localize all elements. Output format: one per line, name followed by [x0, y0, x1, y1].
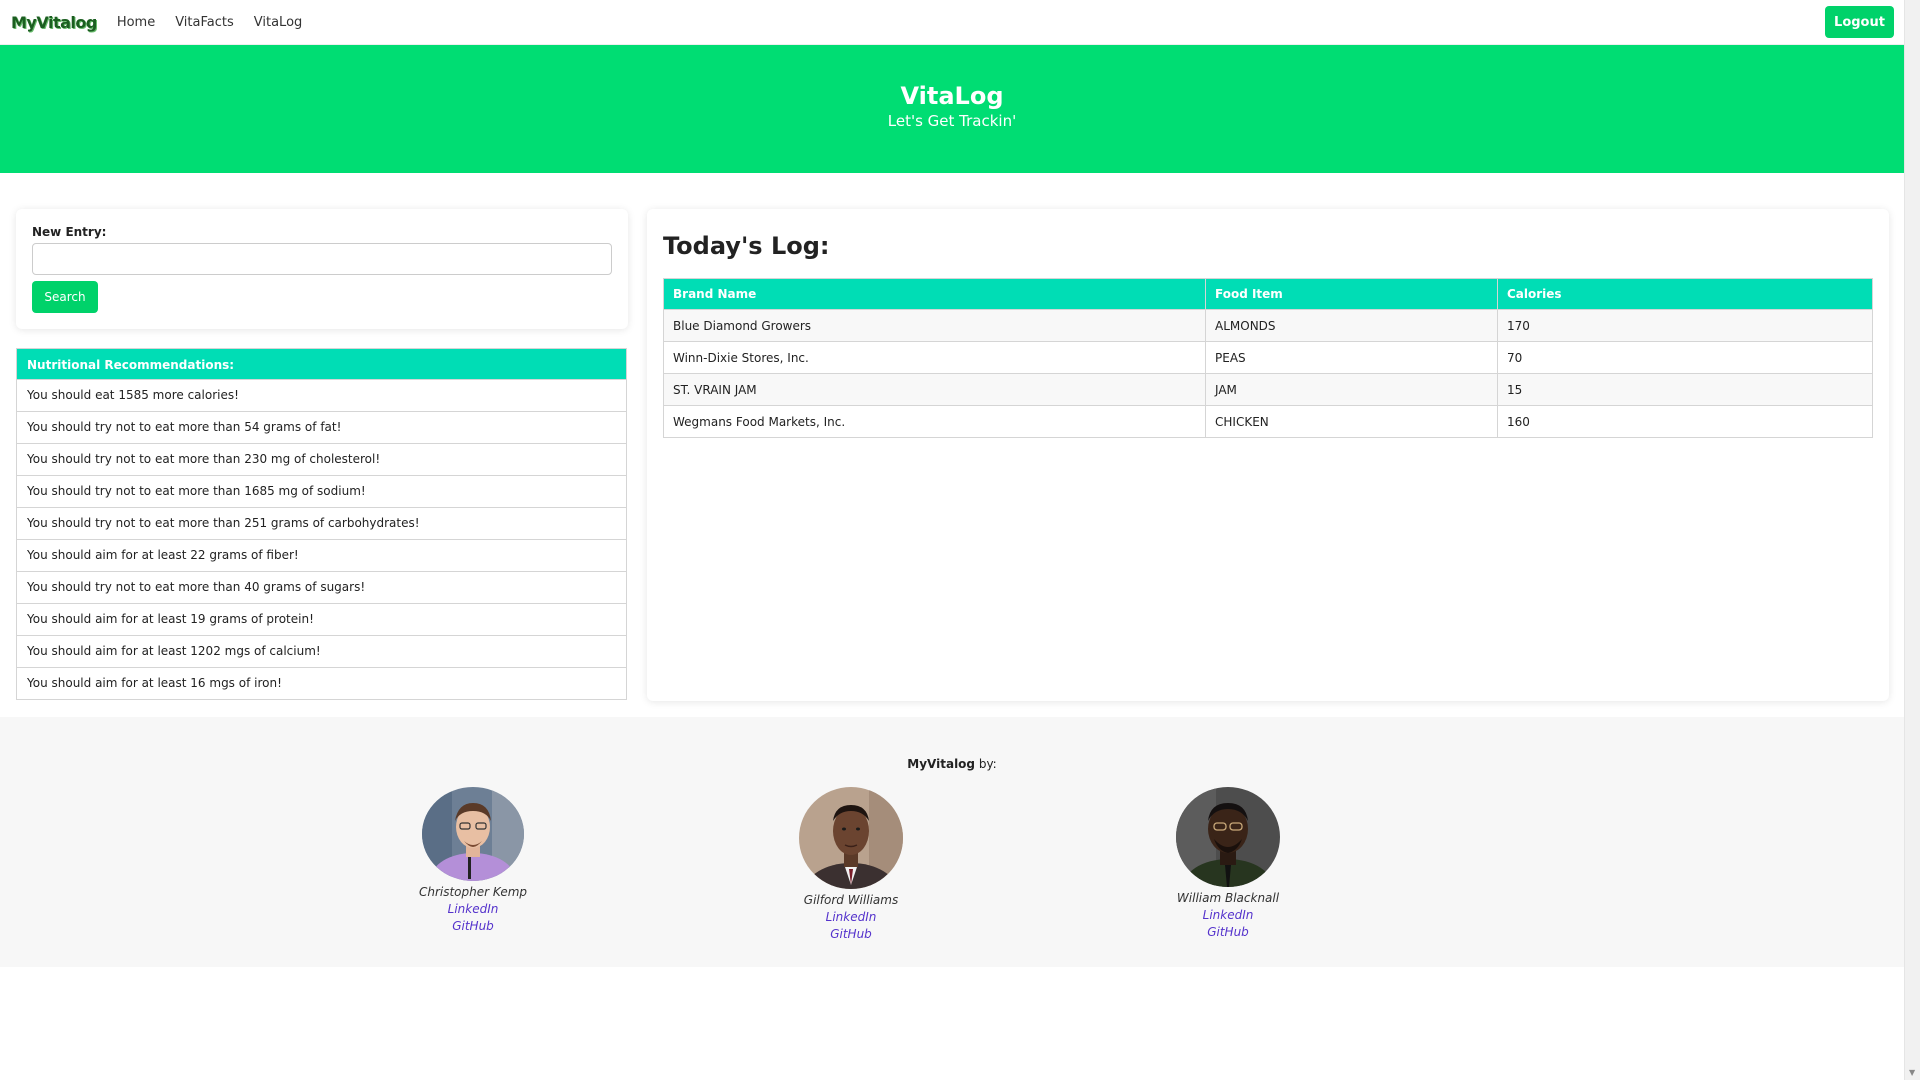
- member-name: William Blacknall: [1176, 891, 1280, 905]
- cell-calories: 170: [1497, 309, 1873, 342]
- recommendation-item: You should aim for at least 1202 mgs of …: [16, 636, 627, 668]
- recommendation-item: You should try not to eat more than 40 g…: [16, 572, 627, 604]
- recommendation-item: You should aim for at least 22 grams of …: [16, 540, 627, 572]
- github-link[interactable]: GitHub: [751, 927, 951, 941]
- team-member-christopher-kemp: Christopher Kemp LinkedIn GitHub: [373, 787, 573, 933]
- team-member-william-blacknall: William Blacknall LinkedIn GitHub: [1128, 787, 1328, 939]
- nutritional-recommendations: Nutritional Recommendations: You should …: [16, 348, 627, 700]
- linkedin-link[interactable]: LinkedIn: [751, 910, 951, 924]
- github-link[interactable]: GitHub: [1128, 925, 1328, 939]
- avatar: [1176, 787, 1280, 887]
- avatar: [799, 787, 903, 889]
- nav-links: Home VitaFacts VitaLog: [117, 15, 322, 30]
- table-header-row: Brand Name Food Item Calories: [663, 278, 1873, 310]
- table-row: ST. VRAIN JAM JAM 15: [663, 373, 1873, 406]
- team-member-gilford-williams: Gilford Williams LinkedIn GitHub: [751, 787, 951, 941]
- column-header-brand: Brand Name: [663, 278, 1206, 310]
- table-row: Winn-Dixie Stores, Inc. PEAS 70: [663, 341, 1873, 374]
- cell-calories: 160: [1497, 405, 1873, 438]
- scroll-down-arrow-icon[interactable]: ▼: [1909, 1068, 1915, 1077]
- recommendation-item: You should aim for at least 16 mgs of ir…: [16, 668, 627, 700]
- cell-food-item: PEAS: [1205, 341, 1498, 374]
- footer: MyVitalog by: Christopher Kemp LinkedIn …: [0, 717, 1904, 967]
- avatar: [422, 787, 524, 881]
- hero-banner: VitaLog Let's Get Trackin': [0, 45, 1904, 173]
- nav-link-vitafacts[interactable]: VitaFacts: [175, 15, 234, 30]
- new-entry-card: New Entry: Search: [16, 209, 628, 329]
- recommendation-item: You should eat 1585 more calories!: [16, 380, 627, 412]
- search-button[interactable]: Search: [32, 281, 98, 313]
- nav-link-vitalog[interactable]: VitaLog: [254, 15, 303, 30]
- logo[interactable]: MyVitalog: [11, 13, 97, 32]
- cell-brand: Blue Diamond Growers: [663, 309, 1206, 342]
- column-header-calories: Calories: [1497, 278, 1873, 310]
- todays-log-card: Today's Log: Brand Name Food Item Calori…: [647, 209, 1889, 701]
- recommendation-item: You should aim for at least 19 grams of …: [16, 604, 627, 636]
- linkedin-link[interactable]: LinkedIn: [373, 902, 573, 916]
- linkedin-link[interactable]: LinkedIn: [1128, 908, 1328, 922]
- cell-brand: ST. VRAIN JAM: [663, 373, 1206, 406]
- footer-by: by:: [975, 757, 997, 771]
- cell-brand: Wegmans Food Markets, Inc.: [663, 405, 1206, 438]
- log-table: Brand Name Food Item Calories Blue Diamo…: [663, 278, 1873, 438]
- cell-food-item: JAM: [1205, 373, 1498, 406]
- recommendation-item: You should try not to eat more than 54 g…: [16, 412, 627, 444]
- cell-food-item: CHICKEN: [1205, 405, 1498, 438]
- recommendation-item: You should try not to eat more than 1685…: [16, 476, 627, 508]
- log-title: Today's Log:: [663, 232, 830, 260]
- footer-brand: MyVitalog: [907, 757, 976, 771]
- github-link[interactable]: GitHub: [373, 919, 573, 933]
- page-subtitle: Let's Get Trackin': [887, 112, 1017, 130]
- recommendation-item: You should try not to eat more than 251 …: [16, 508, 627, 540]
- recommendation-item: You should try not to eat more than 230 …: [16, 444, 627, 476]
- new-entry-label: New Entry:: [32, 225, 107, 239]
- nav-link-home[interactable]: Home: [117, 15, 155, 30]
- page-title: VitaLog: [900, 82, 1004, 110]
- cell-calories: 70: [1497, 341, 1873, 374]
- table-row: Wegmans Food Markets, Inc. CHICKEN 160: [663, 405, 1873, 438]
- member-name: Christopher Kemp: [418, 885, 528, 899]
- cell-brand: Winn-Dixie Stores, Inc.: [663, 341, 1206, 374]
- cell-food-item: ALMONDS: [1205, 309, 1498, 342]
- page-scrollbar[interactable]: ▼: [1904, 0, 1920, 1080]
- recommendations-header: Nutritional Recommendations:: [16, 348, 627, 380]
- footer-credit: MyVitalog by:: [0, 757, 1904, 771]
- member-name: Gilford Williams: [803, 893, 899, 907]
- navbar: MyVitalog Home VitaFacts VitaLog Logout: [0, 0, 1904, 45]
- new-entry-input[interactable]: [32, 243, 612, 275]
- table-row: Blue Diamond Growers ALMONDS 170: [663, 309, 1873, 342]
- column-header-food-item: Food Item: [1205, 278, 1498, 310]
- logout-button[interactable]: Logout: [1825, 6, 1894, 38]
- cell-calories: 15: [1497, 373, 1873, 406]
